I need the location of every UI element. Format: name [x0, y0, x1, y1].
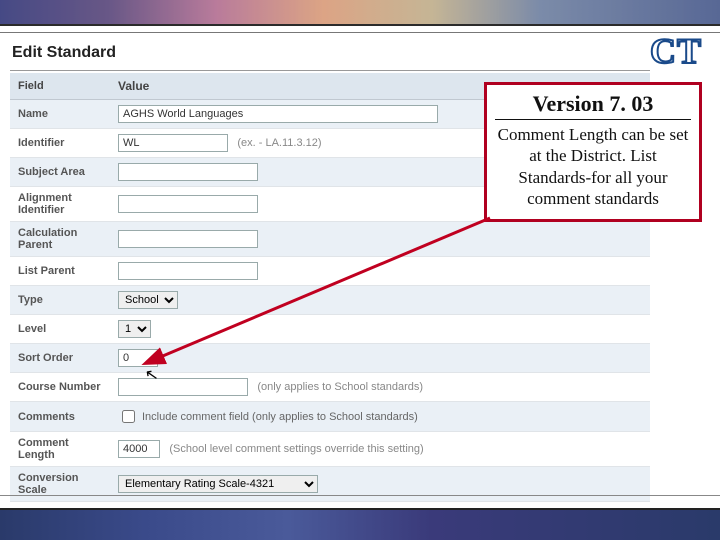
decorative-top-bar: [0, 0, 720, 26]
list-parent-input[interactable]: [118, 262, 258, 280]
callout-version: Version 7. 03: [495, 91, 691, 120]
course-number-input[interactable]: [118, 378, 248, 396]
calc-parent-input[interactable]: [118, 230, 258, 248]
alignment-identifier-input[interactable]: [118, 195, 258, 213]
comment-length-input[interactable]: [118, 440, 160, 458]
identifier-input[interactable]: [118, 134, 228, 152]
row-level: Level 1: [10, 315, 650, 344]
row-comment-length: Comment Length (School level comment set…: [10, 432, 650, 467]
label-list-parent: List Parent: [10, 257, 110, 286]
comments-chk-label: Include comment field (only applies to S…: [142, 411, 418, 423]
label-subject-area: Subject Area: [10, 158, 110, 187]
label-conversion-scale: Conversion Scale: [10, 467, 110, 502]
row-type: Type School: [10, 286, 650, 315]
row-calc-parent: Calculation Parent: [10, 222, 650, 257]
panel-title: Edit Standard: [10, 38, 650, 71]
course-number-hint: (only applies to School standards): [257, 381, 423, 393]
divider: [0, 32, 720, 33]
level-select[interactable]: 1: [118, 320, 151, 338]
subject-area-input[interactable]: [118, 163, 258, 181]
header-field: Field: [10, 73, 110, 100]
label-identifier: Identifier: [10, 129, 110, 158]
type-select[interactable]: School: [118, 291, 178, 309]
row-comments: Comments Include comment field (only app…: [10, 402, 650, 432]
label-level: Level: [10, 315, 110, 344]
row-course-number: Course Number (only applies to School st…: [10, 373, 650, 402]
label-calc-parent: Calculation Parent: [10, 222, 110, 257]
identifier-hint: (ex. - LA.11.3.12): [237, 137, 321, 149]
label-comment-length: Comment Length: [10, 432, 110, 467]
conversion-scale-select[interactable]: Elementary Rating Scale-4321: [118, 475, 318, 493]
divider-bottom: [0, 495, 720, 496]
label-sort-order: Sort Order: [10, 344, 110, 373]
ct-logo: CT: [650, 30, 702, 72]
comment-length-hint: (School level comment settings override …: [169, 443, 423, 455]
row-conversion-scale: Conversion Scale Elementary Rating Scale…: [10, 467, 650, 502]
label-comments: Comments: [10, 402, 110, 432]
label-alignment-identifier: Alignment Identifier: [10, 187, 110, 222]
label-name: Name: [10, 100, 110, 129]
decorative-bottom-bar: [0, 508, 720, 540]
row-list-parent: List Parent: [10, 257, 650, 286]
row-sort-order: Sort Order: [10, 344, 650, 373]
label-type: Type: [10, 286, 110, 315]
comments-checkbox[interactable]: [122, 410, 135, 423]
callout-box: Version 7. 03 Comment Length can be set …: [484, 82, 702, 222]
callout-body: Comment Length can be set at the Distric…: [495, 124, 691, 209]
name-input[interactable]: [118, 105, 438, 123]
label-course-number: Course Number: [10, 373, 110, 402]
